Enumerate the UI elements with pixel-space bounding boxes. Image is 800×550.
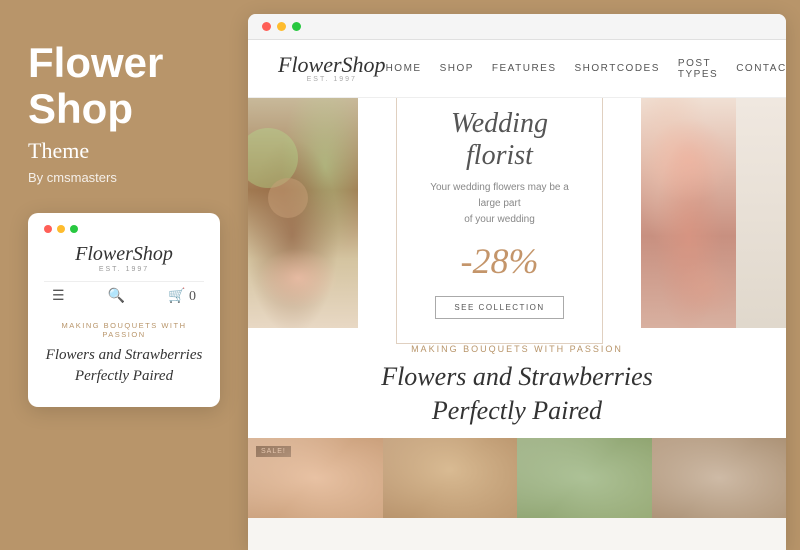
sidebar: Flower Shop Theme By cmsmasters FlowerSh… — [0, 0, 248, 550]
nav-shortcodes[interactable]: Shortcodes — [575, 63, 660, 74]
hero-title: Wedding florist — [427, 108, 572, 172]
content-section: Making Bouquets With Passion Flowers and… — [248, 328, 786, 438]
nav-contacts[interactable]: Contacts — [736, 63, 786, 74]
mobile-menu-icon: ☰ — [52, 288, 65, 305]
mobile-heading: Flowers and Strawberries Perfectly Paire… — [44, 345, 204, 387]
hero-left-image — [248, 98, 358, 328]
browser-dot-green — [292, 22, 301, 31]
mobile-logo-area: FlowerShop EST. 1997 — [44, 243, 204, 273]
mobile-window-dots — [44, 225, 204, 233]
browser-bar — [248, 14, 786, 40]
browser-dot-yellow — [277, 22, 286, 31]
product-item-1: SALE! — [248, 438, 383, 518]
content-heading: Flowers and Strawberries Perfectly Paire… — [278, 360, 756, 428]
nav-home[interactable]: Home — [386, 63, 422, 74]
product-item-3 — [517, 438, 652, 518]
mobile-tagline: Making Bouquets With Passion — [44, 321, 204, 339]
mobile-search-icon: 🔍 — [108, 288, 125, 305]
product-item-4 — [652, 438, 787, 518]
product-row: SALE! — [248, 438, 786, 518]
see-collection-button[interactable]: SEE COLLECTION — [435, 296, 563, 319]
mobile-cart-icon: 🛒 0 — [168, 288, 196, 305]
product-item-2 — [383, 438, 518, 518]
site-nav: Home Shop Features Shortcodes Post Types… — [386, 58, 786, 80]
sidebar-title: Flower Shop — [28, 40, 220, 132]
content-tagline: Making Bouquets With Passion — [278, 344, 756, 354]
mobile-dot-red — [44, 225, 52, 233]
site-logo-sub: EST. 1997 — [278, 76, 386, 83]
mobile-preview: FlowerShop EST. 1997 ☰ 🔍 🛒 0 Making Bouq… — [28, 213, 220, 407]
sidebar-subtitle: Theme — [28, 138, 220, 164]
site-header: FlowerShop EST. 1997 Home Shop Features … — [248, 40, 786, 98]
hero-section: Wedding florist Your wedding flowers may… — [248, 98, 786, 328]
mobile-logo: FlowerShop — [44, 243, 204, 266]
site-logo-area: FlowerShop EST. 1997 — [278, 54, 386, 83]
mobile-logo-sub: EST. 1997 — [44, 266, 204, 273]
sidebar-author: By cmsmasters — [28, 170, 220, 185]
site-content: Wedding florist Your wedding flowers may… — [248, 98, 786, 550]
browser-window: FlowerShop EST. 1997 Home Shop Features … — [248, 14, 786, 550]
hero-right-image — [641, 98, 736, 328]
nav-features[interactable]: Features — [492, 63, 557, 74]
mobile-nav-icons: ☰ 🔍 🛒 0 — [44, 281, 204, 311]
nav-shop[interactable]: Shop — [440, 63, 474, 74]
mobile-dot-yellow — [57, 225, 65, 233]
hero-description: Your wedding flowers may be a large part… — [427, 180, 572, 228]
site-logo: FlowerShop — [278, 54, 386, 76]
hero-center: Wedding florist Your wedding flowers may… — [358, 98, 641, 328]
browser-dot-red — [262, 22, 271, 31]
nav-post-types[interactable]: Post Types — [678, 58, 718, 80]
hero-discount: -28% — [427, 240, 572, 282]
mobile-dot-green — [70, 225, 78, 233]
hero-far-right-panel — [736, 98, 786, 328]
